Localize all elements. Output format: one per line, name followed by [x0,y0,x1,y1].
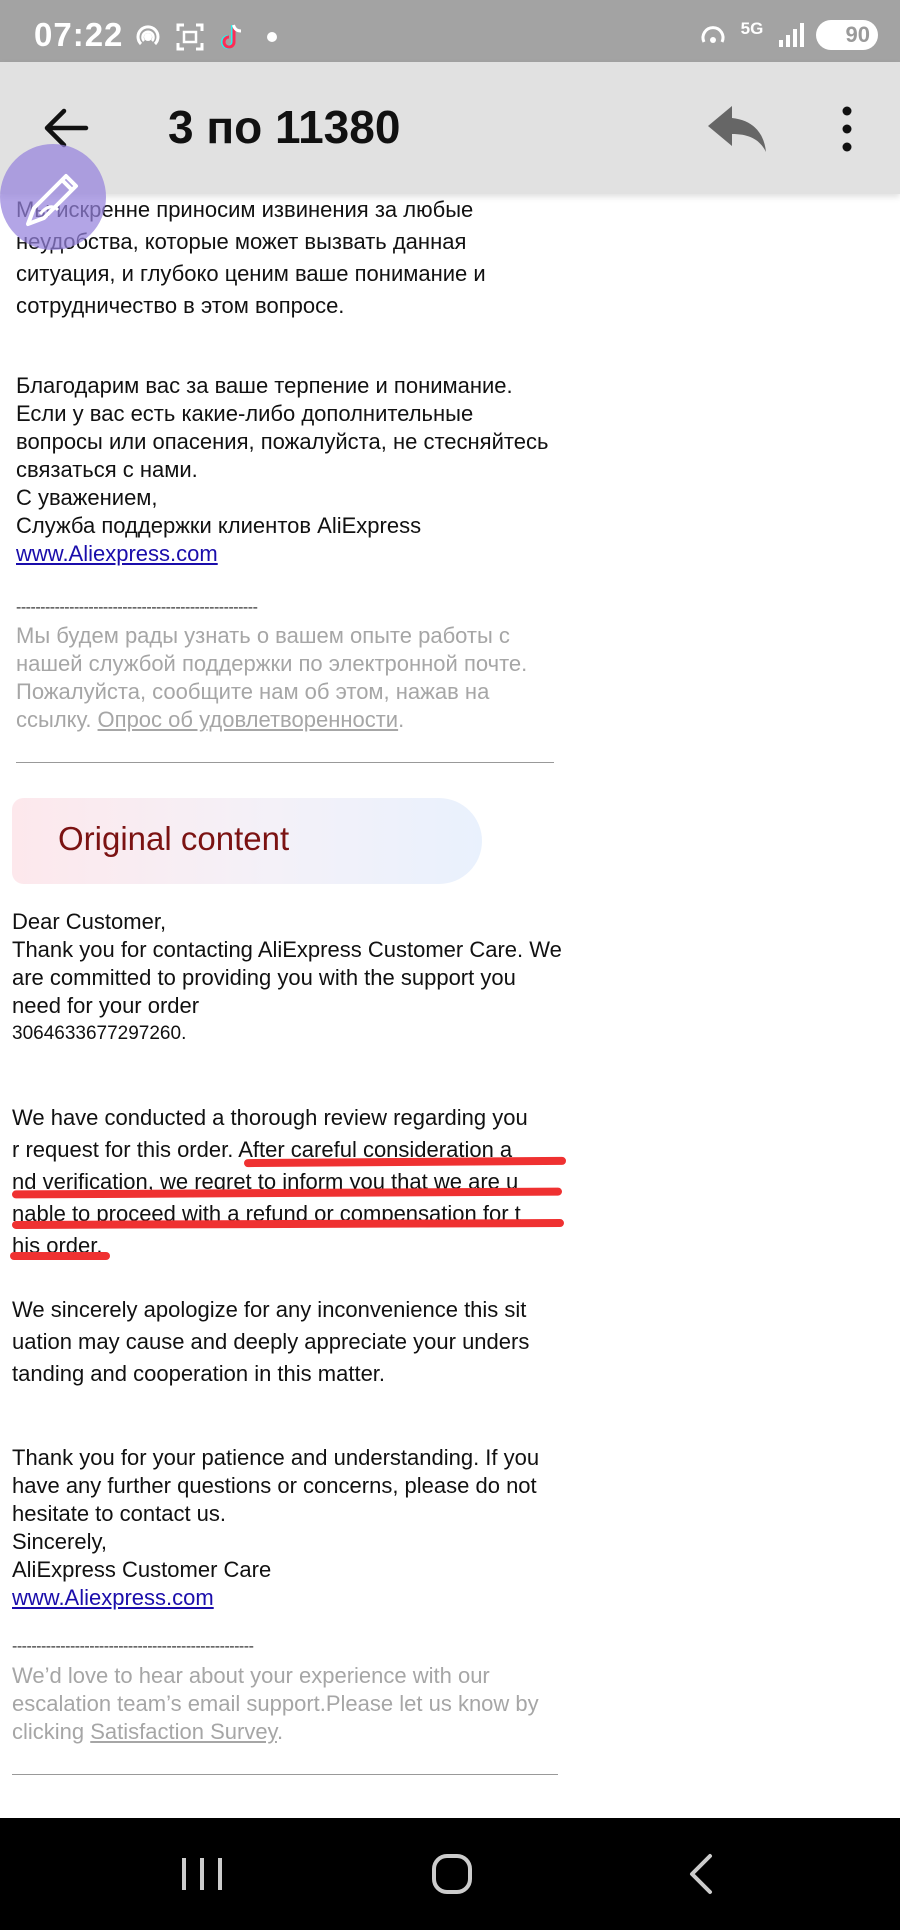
reply-icon[interactable] [706,102,768,156]
signal-icon [779,23,804,47]
english-review: We have conducted a thorough review rega… [12,1102,572,1262]
notification-dot-icon [267,32,277,42]
recents-icon[interactable] [172,1848,232,1900]
russian-closing: Благодарим вас за ваше терпение и понима… [16,372,556,568]
russian-survey-end: . [398,707,405,732]
app-bar: 3 по 11380 [0,62,900,194]
english-thanks: Thank you for your patience and understa… [12,1445,540,1526]
status-time: 07:22 [34,16,124,53]
annotation-underline-4 [10,1252,110,1260]
english-closing: Thank you for your patience and understa… [12,1444,557,1612]
more-vertical-icon[interactable] [832,106,862,152]
english-survey-end: . [276,1719,284,1744]
home-icon[interactable] [422,1848,482,1900]
status-right-icons: 5G 90 [698,20,878,50]
system-nav-bar [0,1818,900,1930]
original-content-banner: Original content [12,798,482,884]
english-survey: We’d love to hear about your experience … [12,1662,560,1746]
section-divider [16,762,554,763]
review-line-2a: r request for this order. [12,1137,234,1162]
english-signature: AliExpress Customer Care [12,1557,272,1582]
english-survey-paragraph: We’d love to hear about your experience … [12,1662,560,1746]
page-title: 3 по 11380 [168,101,401,153]
screenshot-icon [176,23,204,51]
english-greeting: Dear Customer, [12,909,167,934]
footer-divider [12,1774,558,1775]
back-icon[interactable] [672,1848,732,1900]
hotspot-icon [136,25,160,46]
russian-regards: С уважением, [16,485,158,510]
english-divider-dashes: ----------------------------------------… [12,1638,254,1655]
apology-line-3: tanding and cooperation in this matter. [12,1361,386,1386]
status-left-icons [133,22,277,52]
english-aliexpress-link[interactable]: www.Aliexpress.com [12,1585,214,1610]
floating-edit-button[interactable] [0,144,106,250]
apology-line-2: uation may cause and deeply appreciate y… [12,1329,530,1354]
russian-signature: Служба поддержки клиентов AliExpress [16,513,422,538]
battery-level: 90 [845,22,870,47]
russian-questions: Если у вас есть какие-либо дополнительны… [16,401,549,482]
english-intro: Dear Customer, Thank you for contacting … [12,908,562,1048]
english-survey-link[interactable]: Satisfaction Survey [90,1719,277,1744]
review-line-1: We have conducted a thorough review rega… [12,1105,528,1130]
russian-survey-link[interactable]: Опрос об удовлетворенности [98,707,399,732]
order-number: 3064633677297260. [12,1023,187,1044]
russian-aliexpress-link[interactable]: www.Aliexpress.com [16,541,218,566]
edit-pen-icon [26,174,78,226]
network-5g-icon: 5G [740,19,764,38]
english-sincerely: Sincerely, [12,1529,107,1554]
apology-line-1: We sincerely apologize for any inconveni… [12,1297,527,1322]
original-content-title: Original content [58,820,290,857]
wifi-hotspot-icon [701,26,725,43]
russian-survey: Мы будем рады узнать о вашем опыте работ… [16,622,556,734]
russian-survey-paragraph: Мы будем рады узнать о вашем опыте работ… [16,622,556,734]
russian-thanks: Благодарим вас за ваше терпение и понима… [16,373,513,398]
english-apology: We sincerely apologize for any inconveni… [12,1294,572,1390]
battery-icon: 90 [816,20,878,50]
tiktok-icon [221,24,242,49]
english-intro-text: Thank you for contacting AliExpress Cust… [12,937,562,1018]
status-bar: 07:22 5G 90 [0,0,900,62]
russian-divider-dashes: ----------------------------------------… [16,599,258,616]
